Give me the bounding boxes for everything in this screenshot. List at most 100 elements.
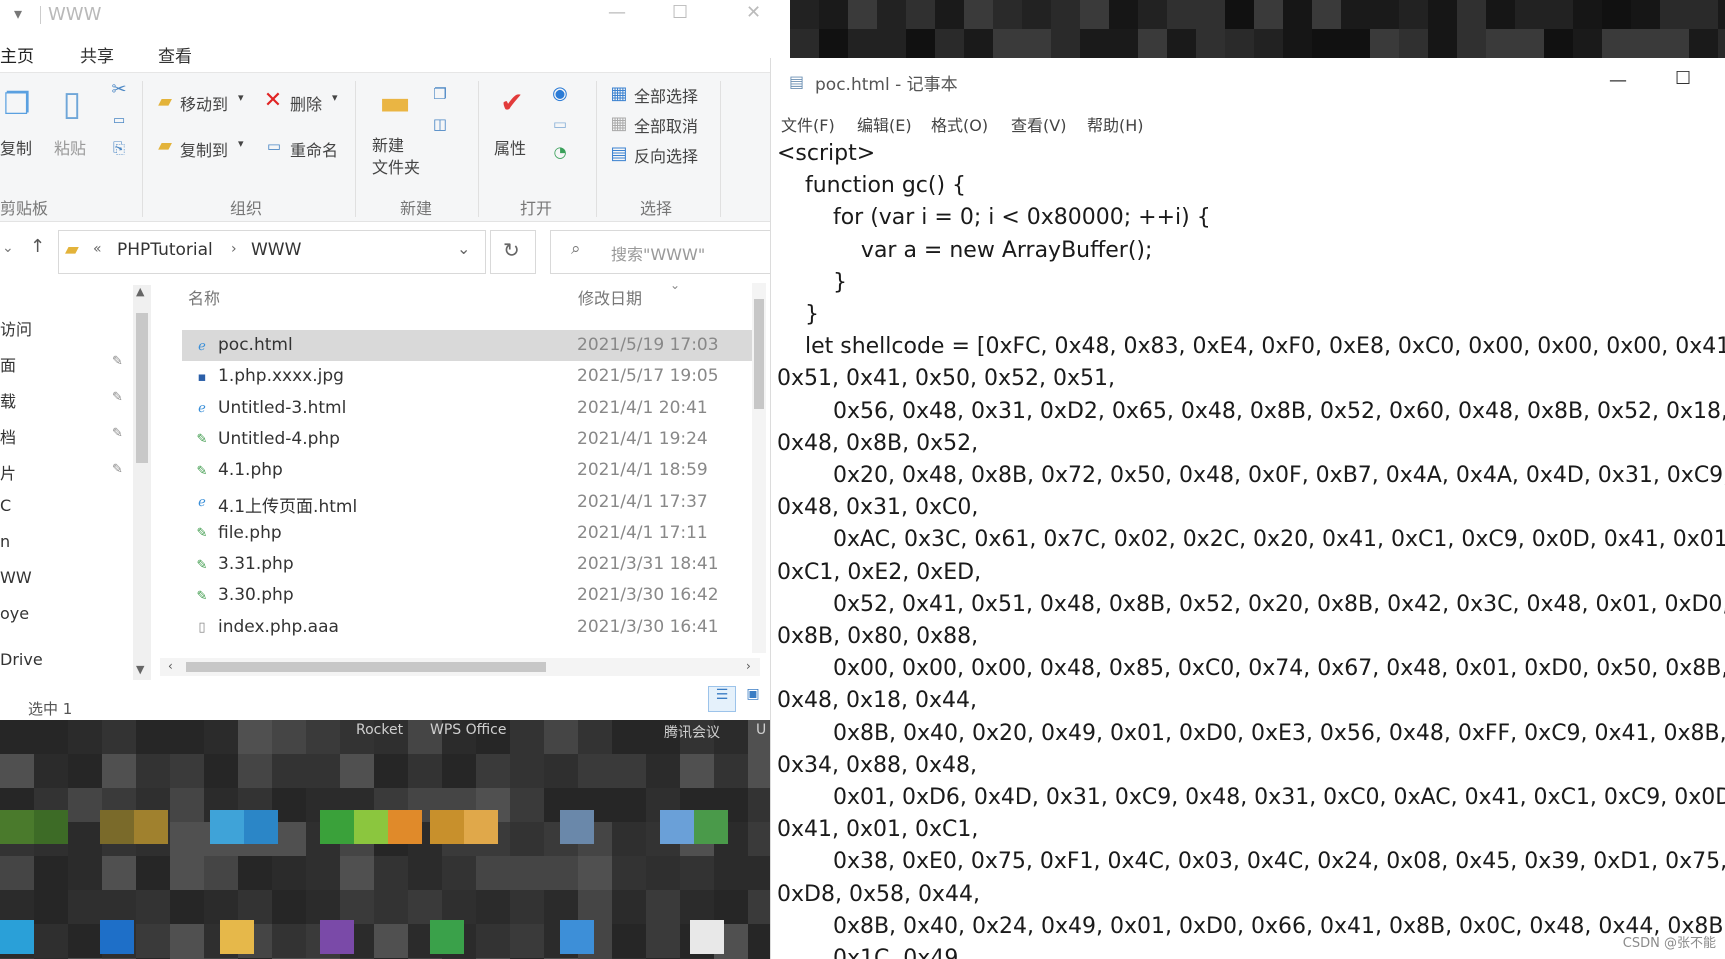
nav-item[interactable]: 片 xyxy=(0,460,16,484)
taskbar-label[interactable]: U xyxy=(756,722,766,738)
pixelated-app-icon[interactable] xyxy=(100,920,134,954)
nav-scrollbar[interactable]: ▲ ▼ xyxy=(133,285,151,680)
file-row[interactable]: ▪ 1.php.xxxx.jpg 2021/5/17 19:05 xyxy=(182,361,762,392)
large-icons-view-icon[interactable]: ▣ xyxy=(740,686,766,710)
breadcrumb-root[interactable]: PHPTutorial xyxy=(117,240,213,260)
column-header-name[interactable]: 名称 xyxy=(188,285,220,309)
horizontal-scrollbar[interactable]: ‹ › xyxy=(160,658,760,676)
open-with-icon[interactable]: ◉ xyxy=(548,83,572,105)
select-all-icon[interactable]: ▦ xyxy=(608,83,630,105)
rename-icon[interactable]: ▭ xyxy=(262,135,286,157)
pixelated-app-icon[interactable] xyxy=(694,810,728,844)
pixelated-app-icon[interactable] xyxy=(464,810,498,844)
menu-help[interactable]: 帮助(H) xyxy=(1087,112,1144,136)
tab-share[interactable]: 共享 xyxy=(80,42,114,67)
nav-item[interactable]: 档 xyxy=(0,424,16,448)
new-item-icon[interactable]: ❐ xyxy=(428,83,452,105)
taskbar-label[interactable]: Rocket xyxy=(356,722,403,738)
tab-home[interactable]: 主页 xyxy=(0,42,34,67)
details-view-icon[interactable]: ☰ xyxy=(708,686,736,712)
pixelated-app-icon[interactable] xyxy=(430,920,464,954)
notepad-text-area[interactable]: <script> function gc() { for (var i = 0;… xyxy=(777,138,1725,959)
scrollbar-thumb[interactable] xyxy=(186,662,546,672)
copy-icon[interactable]: ❐ xyxy=(0,85,34,125)
refresh-button[interactable]: ↻ xyxy=(490,230,536,274)
scroll-down-icon[interactable]: ▼ xyxy=(136,663,144,676)
scroll-right-icon[interactable]: › xyxy=(746,659,751,673)
scrollbar-thumb[interactable] xyxy=(136,313,148,463)
minimize-icon[interactable]: — xyxy=(1609,70,1627,91)
properties-button[interactable]: 属性 xyxy=(494,135,526,159)
file-row[interactable]: ▯ index.php.aaa 2021/3/30 16:41 xyxy=(182,612,762,643)
pixelated-app-icon[interactable] xyxy=(320,810,354,844)
delete-chevron-down-icon[interactable]: ▾ xyxy=(332,91,338,104)
menu-format[interactable]: 格式(O) xyxy=(931,112,988,136)
breadcrumb-overflow-icon[interactable]: « xyxy=(93,241,102,257)
file-row[interactable]: ✎ 3.31.php 2021/3/31 18:41 xyxy=(182,549,762,580)
scroll-left-icon[interactable]: ‹ xyxy=(168,659,173,673)
delete-icon[interactable]: ✕ xyxy=(262,89,284,113)
file-row[interactable]: ℯ poc.html 2021/5/19 17:03 xyxy=(182,330,762,361)
nav-item[interactable]: WW xyxy=(0,568,32,587)
pixelated-app-icon[interactable] xyxy=(210,810,244,844)
pin-icon[interactable]: ✎ xyxy=(112,426,123,441)
delete-button[interactable]: 删除 xyxy=(290,91,322,115)
pixelated-app-icon[interactable] xyxy=(244,810,278,844)
invert-selection-icon[interactable]: ▤ xyxy=(608,143,630,165)
address-dropdown-chevron-down-icon[interactable]: ⌄ xyxy=(457,239,470,258)
file-list-scrollbar[interactable] xyxy=(752,283,766,653)
edit-icon[interactable]: ▭ xyxy=(548,113,572,135)
recent-locations-chevron-down-icon[interactable]: ⌄ xyxy=(2,240,14,256)
maximize-icon[interactable]: ☐ xyxy=(672,2,688,23)
pixelated-app-icon[interactable] xyxy=(0,920,34,954)
easy-access-icon[interactable]: ◫ xyxy=(428,113,452,135)
pixelated-app-icon[interactable] xyxy=(354,810,388,844)
minimize-icon[interactable]: — xyxy=(608,2,626,23)
properties-icon[interactable]: ✔ xyxy=(494,81,530,125)
rename-button[interactable]: 重命名 xyxy=(290,137,338,161)
scrollbar-thumb[interactable] xyxy=(754,299,764,409)
pixelated-app-icon[interactable] xyxy=(660,810,694,844)
pin-icon[interactable]: ✎ xyxy=(112,462,123,477)
nav-item[interactable]: 载 xyxy=(0,388,16,412)
copy-to-button[interactable]: 复制到 xyxy=(180,137,228,161)
copy-path-icon[interactable]: ▭ xyxy=(108,109,130,131)
file-row[interactable]: ℯ Untitled-3.html 2021/4/1 20:41 xyxy=(182,393,762,424)
up-arrow-icon[interactable]: ↑ xyxy=(30,236,45,257)
pixelated-app-icon[interactable] xyxy=(34,810,68,844)
quick-access-dropdown-icon[interactable]: ▾ xyxy=(14,4,22,23)
scroll-up-icon[interactable]: ▲ xyxy=(136,285,144,298)
pin-icon[interactable]: ✎ xyxy=(112,390,123,405)
file-row[interactable]: ✎ 4.1.php 2021/4/1 18:59 xyxy=(182,455,762,486)
paste-shortcut-icon[interactable]: ⎘ xyxy=(108,137,130,159)
pixelated-app-icon[interactable] xyxy=(690,920,724,954)
nav-item[interactable]: Drive xyxy=(0,650,43,669)
pixelated-app-icon[interactable] xyxy=(134,810,168,844)
search-input[interactable]: ⌕ 搜索"WWW" xyxy=(550,230,770,274)
nav-item[interactable]: oye xyxy=(0,604,29,623)
paste-icon[interactable]: ▯ xyxy=(54,81,90,127)
select-all-button[interactable]: 全部选择 xyxy=(634,83,698,107)
close-icon[interactable]: ✕ xyxy=(746,2,761,23)
pixelated-app-icon[interactable] xyxy=(388,810,422,844)
nav-item[interactable]: 面 xyxy=(0,352,16,376)
taskbar-label[interactable]: WPS Office xyxy=(430,722,507,738)
nav-item[interactable]: C xyxy=(0,496,11,515)
move-to-icon[interactable]: ▰ xyxy=(154,91,176,113)
cut-icon[interactable]: ✂ xyxy=(108,79,130,101)
pixelated-app-icon[interactable] xyxy=(560,810,594,844)
new-folder-icon[interactable]: ▬ xyxy=(378,83,412,123)
taskbar-label[interactable]: 腾讯会议 xyxy=(664,722,720,742)
invert-selection-button[interactable]: 反向选择 xyxy=(634,143,698,167)
copy-button-label[interactable]: 复制 xyxy=(0,135,32,159)
pixelated-app-icon[interactable] xyxy=(320,920,354,954)
file-row[interactable]: ✎ 3.30.php 2021/3/30 16:42 xyxy=(182,580,762,611)
copy-to-icon[interactable]: ▰ xyxy=(154,135,176,157)
menu-file[interactable]: 文件(F) xyxy=(781,112,835,136)
file-row[interactable]: ✎ Untitled-4.php 2021/4/1 19:24 xyxy=(182,424,762,455)
menu-view[interactable]: 查看(V) xyxy=(1011,112,1066,136)
copy-to-chevron-down-icon[interactable]: ▾ xyxy=(238,137,244,150)
nav-item[interactable]: n xyxy=(0,532,10,551)
paste-button-label[interactable]: 粘贴 xyxy=(54,135,86,159)
column-header-date[interactable]: 修改日期 xyxy=(578,285,642,309)
